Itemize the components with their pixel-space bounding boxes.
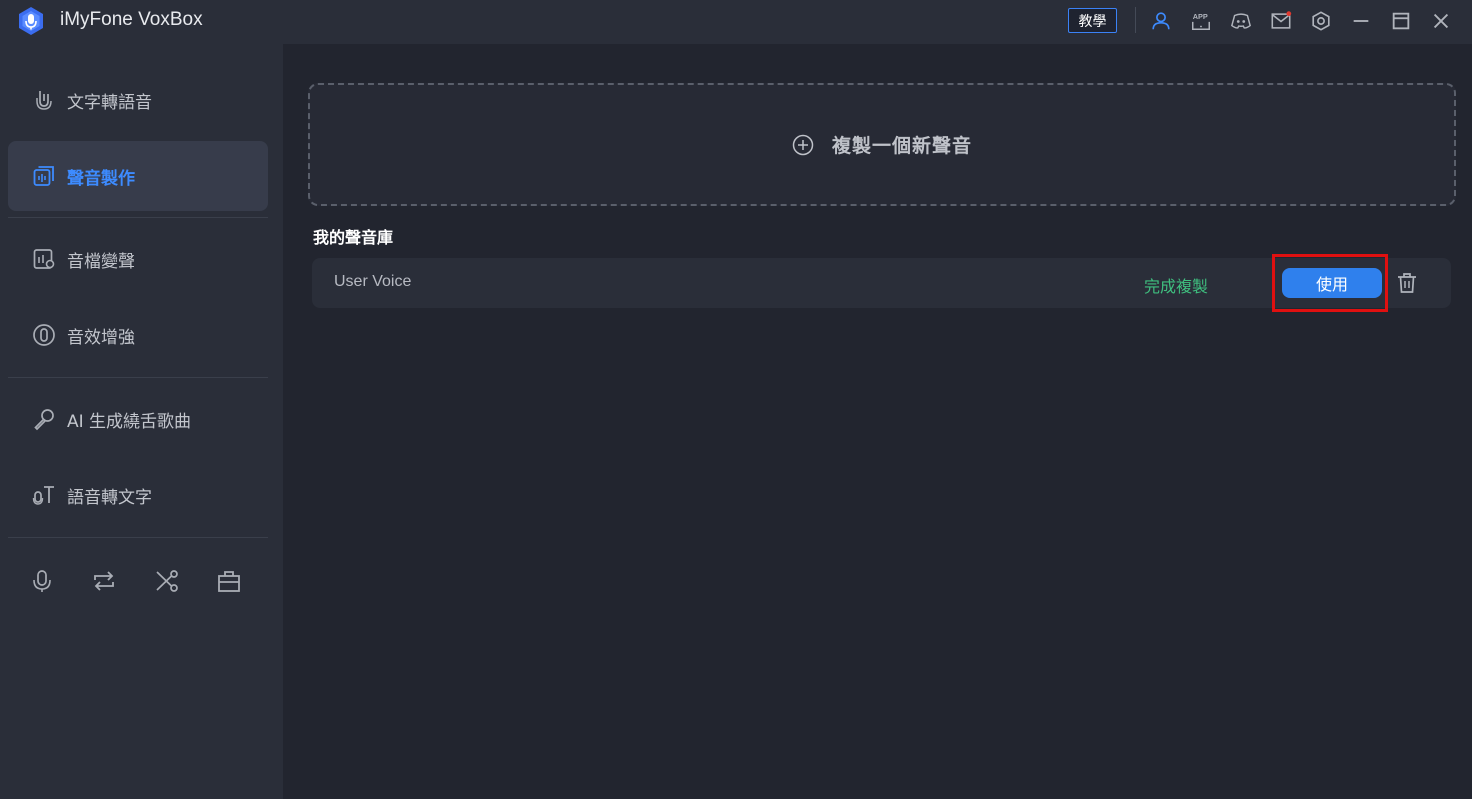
sidebar-item-label: 文字轉語音 bbox=[67, 92, 152, 113]
record-icon[interactable] bbox=[29, 568, 55, 594]
sidebar-item-audio-enhance[interactable]: 音效增強 bbox=[8, 300, 268, 370]
app-icon[interactable]: APP bbox=[1189, 9, 1213, 33]
svg-text:APP: APP bbox=[1193, 12, 1208, 21]
sidebar-item-label: 音效增強 bbox=[67, 327, 135, 348]
mic-text-icon bbox=[32, 88, 56, 112]
clone-new-voice-button[interactable]: 複製一個新聲音 bbox=[308, 83, 1456, 206]
sidebar-divider bbox=[8, 377, 268, 378]
sidebar-divider bbox=[8, 217, 268, 218]
sidebar-item-ai-rap[interactable]: AI 生成繞舌歌曲 bbox=[8, 384, 268, 454]
sidebar-item-label: AI 生成繞舌歌曲 bbox=[67, 411, 192, 432]
trash-icon[interactable] bbox=[1396, 271, 1420, 295]
convert-icon[interactable] bbox=[91, 568, 117, 594]
sidebar-item-voice-changer[interactable]: 音檔變聲 bbox=[8, 224, 268, 294]
speech-to-text-icon bbox=[32, 483, 56, 507]
app-title: iMyFone VoxBox bbox=[60, 9, 203, 30]
sidebar-item-speech-to-text[interactable]: 語音轉文字 bbox=[8, 460, 268, 530]
sidebar-item-label: 音檔變聲 bbox=[67, 251, 135, 272]
close-icon[interactable] bbox=[1429, 9, 1453, 33]
user-icon[interactable] bbox=[1149, 9, 1173, 33]
sidebar-divider bbox=[8, 537, 268, 538]
voice-clone-icon bbox=[32, 164, 56, 188]
mail-icon[interactable] bbox=[1269, 9, 1293, 33]
titlebar-divider bbox=[1135, 7, 1136, 33]
audio-enhance-icon bbox=[32, 323, 56, 347]
voice-library-title: 我的聲音庫 bbox=[313, 228, 394, 247]
main-panel: 複製一個新聲音 我的聲音庫 User Voice 完成複製 使用 bbox=[283, 44, 1472, 799]
voice-status: 完成複製 bbox=[1144, 277, 1209, 296]
sidebar-item-label: 語音轉文字 bbox=[67, 487, 152, 508]
voice-name: User Voice bbox=[334, 273, 412, 290]
minimize-icon[interactable] bbox=[1349, 9, 1373, 33]
cut-icon[interactable] bbox=[154, 568, 180, 594]
sidebar-item-text-to-speech[interactable]: 文字轉語音 bbox=[8, 65, 268, 135]
sidebar: 文字轉語音 聲音製作 音檔變聲 音效增強 AI 生成繞舌歌曲 語音轉文字 bbox=[0, 44, 283, 799]
settings-icon[interactable] bbox=[1309, 9, 1333, 33]
sidebar-item-voice-clone[interactable]: 聲音製作 bbox=[8, 141, 268, 211]
discord-icon[interactable] bbox=[1229, 9, 1253, 33]
title-bar: iMyFone VoxBox 教學 APP bbox=[0, 0, 1472, 44]
maximize-icon[interactable] bbox=[1389, 9, 1413, 33]
microphone-icon bbox=[32, 407, 56, 431]
app-logo-icon bbox=[17, 6, 45, 36]
voice-list-item: User Voice 完成複製 使用 bbox=[312, 254, 1451, 312]
sidebar-item-label: 聲音製作 bbox=[67, 168, 135, 189]
plus-circle-icon bbox=[792, 134, 814, 155]
use-voice-button[interactable]: 使用 bbox=[1282, 268, 1382, 298]
clone-new-voice-label: 複製一個新聲音 bbox=[831, 135, 972, 157]
tutorial-button[interactable]: 教學 bbox=[1068, 8, 1117, 33]
voice-changer-icon bbox=[32, 247, 56, 271]
toolbox-icon[interactable] bbox=[216, 568, 242, 594]
